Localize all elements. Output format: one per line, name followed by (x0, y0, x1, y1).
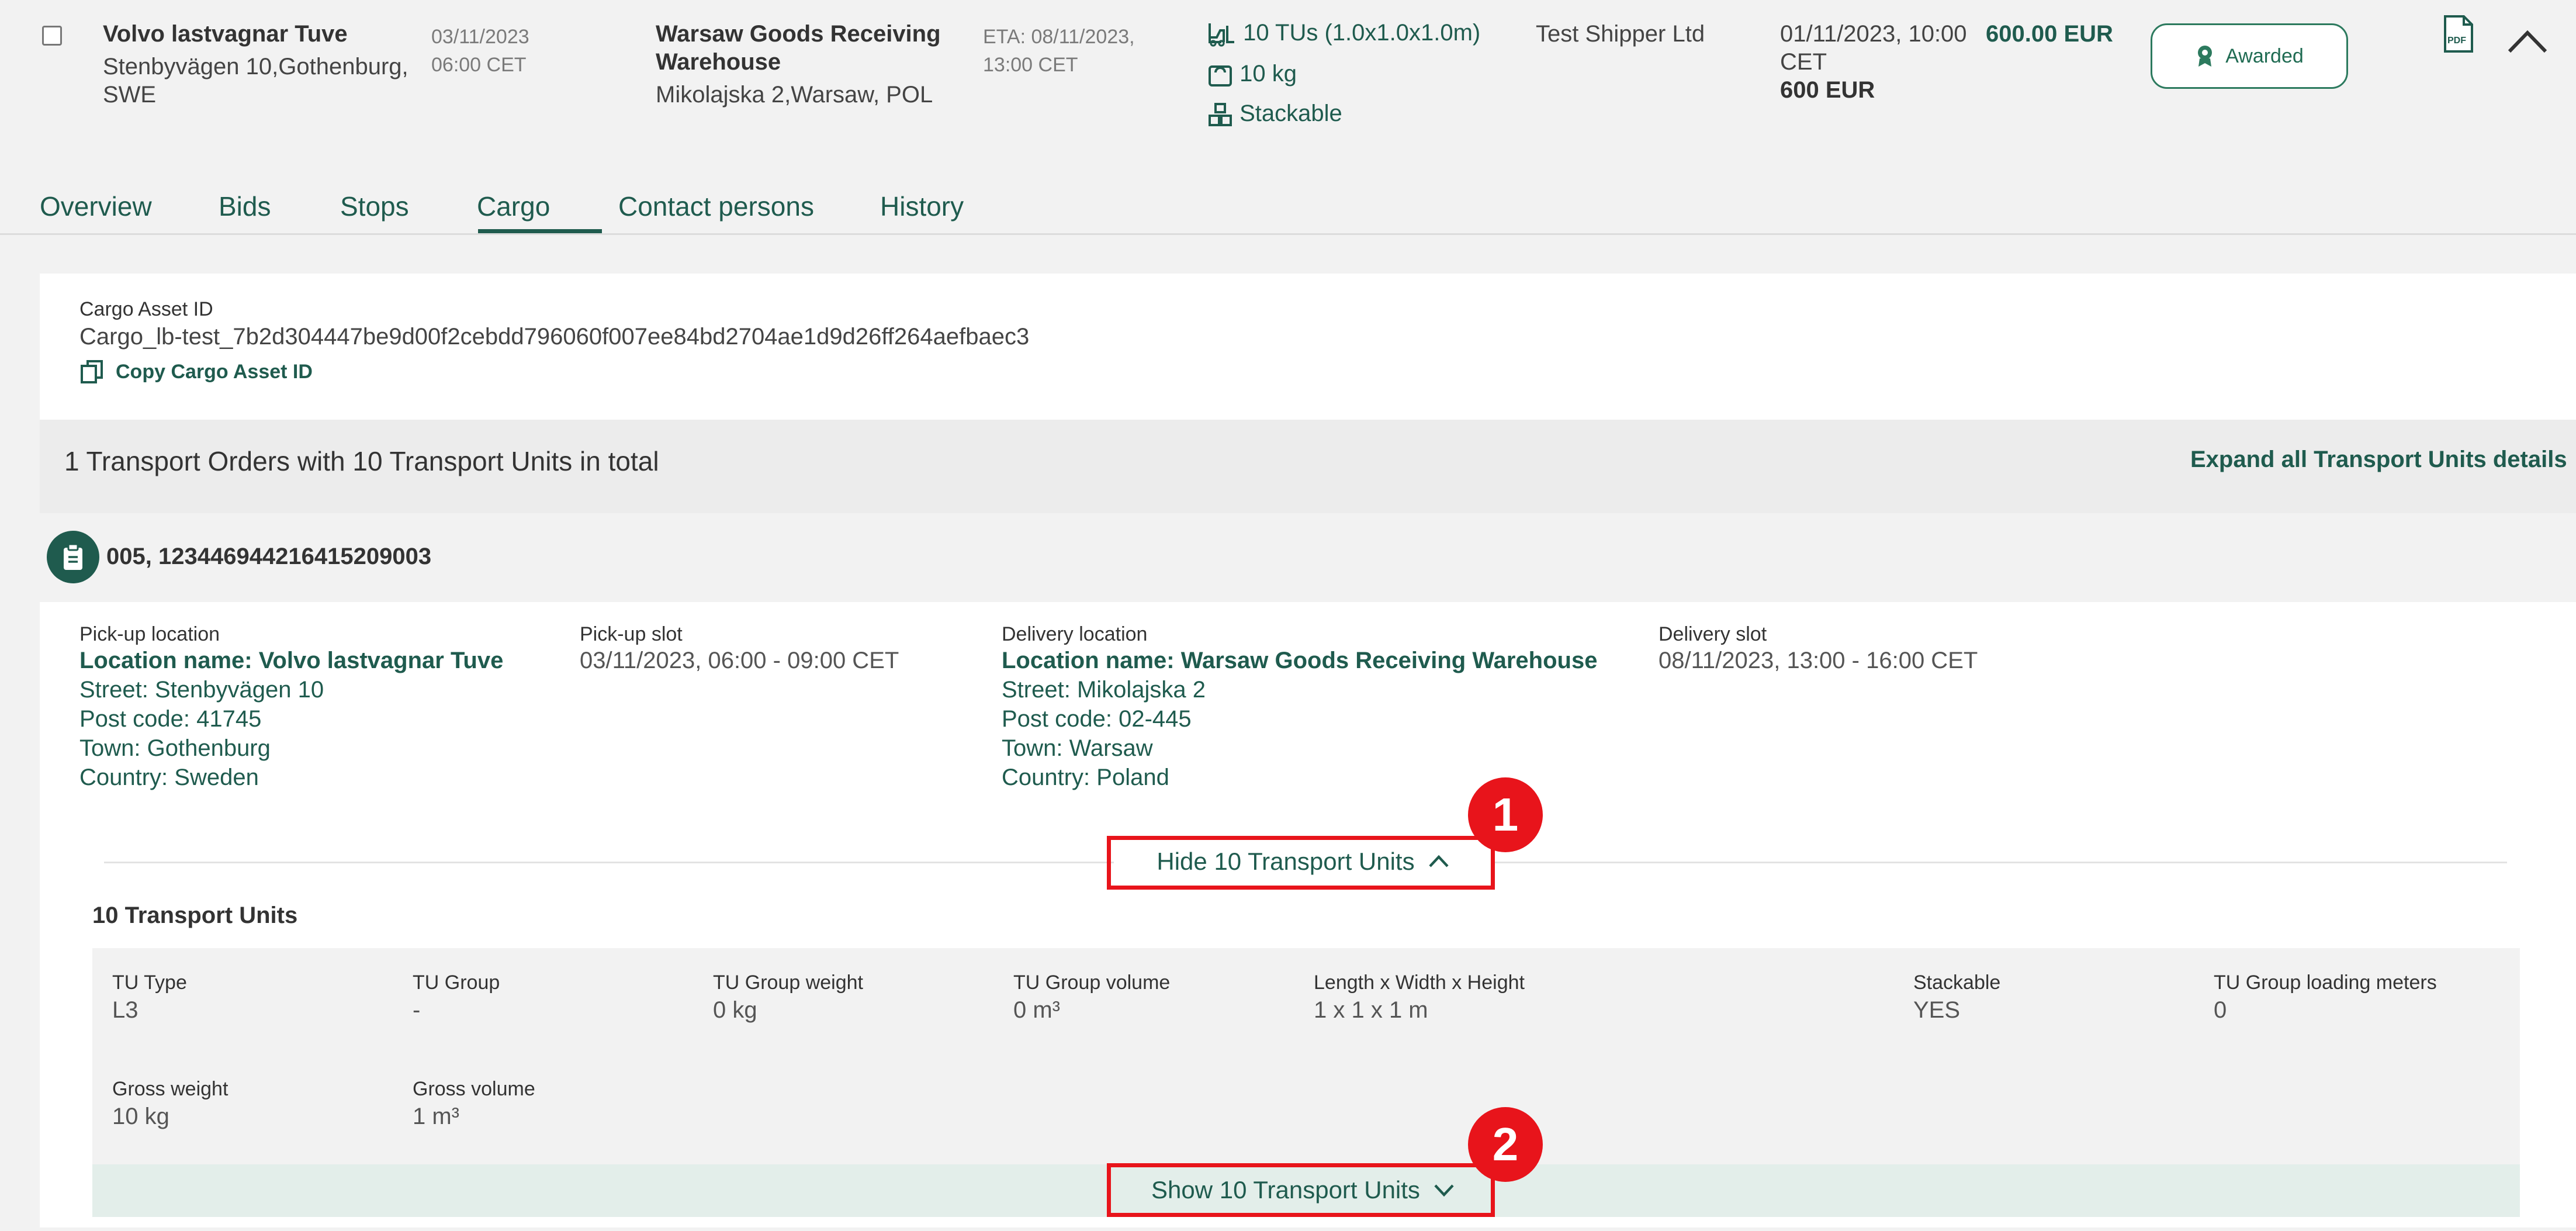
bid-date: 01/11/2023, 10:00 (1780, 21, 1967, 47)
clipboard-icon (64, 543, 82, 570)
pickup-street: Street: Stenbyvägen 10 (79, 677, 324, 703)
transport-summary: 1 Transport Orders with 10 Transport Uni… (40, 420, 2576, 513)
dimensions-value: 1 x 1 x 1 m (1314, 997, 1428, 1023)
tab-history[interactable]: History (880, 191, 964, 222)
pickup-slot-value: 03/11/2023, 06:00 - 09:00 CET (580, 648, 899, 673)
summary-text: 1 Transport Orders with 10 Transport Uni… (64, 446, 659, 476)
tu-group-weight-value: 0 kg (713, 997, 757, 1023)
expand-all-button[interactable]: Expand all Transport Units details (2190, 447, 2576, 473)
tab-cargo[interactable]: Cargo (477, 191, 550, 222)
delivery-town: Town: Warsaw (1002, 735, 1153, 761)
highlight-box-1 (1107, 836, 1495, 890)
delivery-slot-label: Delivery slot (1659, 623, 1767, 645)
svg-text:PDF: PDF (2447, 36, 2466, 46)
tu-stackable-value: YES (1913, 997, 1961, 1023)
bid-date-tz: CET (1780, 49, 1827, 75)
dest-name: Warsaw Goods Receiving (656, 21, 941, 47)
chevron-up-icon (2508, 30, 2547, 53)
tab-overview[interactable]: Overview (40, 191, 152, 222)
gross-weight-label: Gross weight (112, 1078, 228, 1100)
pickup-town: Town: Gothenburg (79, 735, 271, 761)
step-marker-1: 1 (1468, 777, 1543, 852)
weight-icon (1209, 65, 1232, 87)
eta-time: 13:00 CET (983, 54, 1078, 76)
row-checkbox[interactable] (42, 26, 62, 46)
pdf-button[interactable]: PDF (2442, 15, 2474, 56)
tab-contact-persons[interactable]: Contact persons (618, 191, 814, 222)
dest-name-2: Warehouse (656, 49, 781, 75)
tu-section-title: 10 Transport Units (92, 902, 298, 928)
pickup-location-name: Location name: Volvo lastvagnar Tuve (79, 648, 504, 673)
shipper-name: Test Shipper Ltd (1536, 21, 1705, 47)
tu-loading-meters-label: TU Group loading meters (2214, 971, 2437, 994)
delivery-slot-value: 08/11/2023, 13:00 - 16:00 CET (1659, 648, 1978, 673)
pickup-country: Country: Sweden (79, 765, 259, 790)
copy-icon (81, 360, 103, 383)
gross-volume-value: 1 m³ (413, 1104, 459, 1129)
dimensions-label: Length x Width x Height (1314, 971, 1525, 994)
delivery-country: Country: Poland (1002, 765, 1169, 790)
tu-group-volume-value: 0 m³ (1013, 997, 1060, 1023)
dest-address: Mikolajska 2,Warsaw, POL (656, 82, 933, 108)
stackable-summary: Stackable (1207, 101, 1342, 127)
status-badge: Awarded (2151, 23, 2348, 89)
tu-group-label: TU Group (413, 971, 500, 994)
gross-volume-label: Gross volume (413, 1078, 535, 1100)
tab-stops[interactable]: Stops (340, 191, 409, 222)
step-marker-2: 2 (1468, 1107, 1543, 1182)
active-tab-indicator (478, 229, 602, 233)
award-icon (2198, 46, 2213, 67)
gross-weight-value: 10 kg (112, 1104, 169, 1129)
cargo-asset-card: Cargo Asset ID Cargo_lb-test_7b2d304447b… (40, 274, 2576, 420)
forklift-icon (1209, 23, 1234, 47)
tu-group-value: - (413, 997, 421, 1023)
highlight-box-2 (1107, 1163, 1495, 1217)
copy-asset-id-label: Copy Cargo Asset ID (116, 360, 313, 383)
price: 600.00 EUR (1986, 21, 2113, 47)
tab-bids[interactable]: Bids (219, 191, 271, 222)
expand-all-label: Expand all Transport Units details (2190, 447, 2567, 472)
origin-country: SWE (103, 82, 157, 108)
delivery-post-code: Post code: 02-445 (1002, 706, 1192, 732)
pickup-time: 06:00 CET (431, 54, 527, 76)
pickup-post-code: Post code: 41745 (79, 706, 262, 732)
tu-stackable-label: Stackable (1913, 971, 2001, 994)
stack-icon (1209, 103, 1232, 127)
shipment-row: Volvo lastvagnar Tuve Stenbyvägen 10,Got… (0, 0, 2576, 175)
tu-summary-text: 10 TUs (1.0x1.0x1.0m) (1243, 20, 1481, 46)
tu-summary: 10 TUs (1.0x1.0x1.0m) (1207, 20, 1480, 47)
status-text: Awarded (2225, 44, 2304, 67)
tu-type-label: TU Type (112, 971, 187, 994)
delivery-street: Street: Mikolajska 2 (1002, 677, 1206, 703)
tu-loading-meters-value: 0 (2214, 997, 2227, 1023)
tu-group-weight-label: TU Group weight (713, 971, 863, 994)
origin-address: Stenbyvägen 10,Gothenburg, (103, 54, 408, 79)
pdf-icon: PDF (2444, 15, 2473, 53)
delivery-location-label: Delivery location (1002, 623, 1148, 645)
stackable-text: Stackable (1239, 101, 1342, 126)
tu-type-value: L3 (112, 997, 139, 1023)
copy-asset-id-button[interactable]: Copy Cargo Asset ID (79, 359, 313, 385)
asset-id-label: Cargo Asset ID (79, 298, 213, 320)
weight-summary: 10 kg (1207, 61, 1297, 88)
eta-date: ETA: 08/11/2023, (983, 26, 1135, 48)
order-icon-badge (47, 531, 99, 583)
price-rounded: 600 EUR (1780, 77, 1875, 103)
transport-unit-panel: TU Type L3 TU Group - TU Group weight 0 … (92, 948, 2520, 1164)
asset-id-value: Cargo_lb-test_7b2d304447be9d00f2cebdd796… (79, 324, 1030, 350)
tu-group-volume-label: TU Group volume (1013, 971, 1171, 994)
delivery-location-name: Location name: Warsaw Goods Receiving Wa… (1002, 648, 1598, 673)
detail-tabs: Overview Bids Stops Cargo Contact person… (0, 186, 2576, 235)
pickup-date: 03/11/2023 (431, 26, 529, 48)
origin-name: Volvo lastvagnar Tuve (103, 21, 348, 47)
pickup-slot-label: Pick-up slot (580, 623, 683, 645)
order-id: 005, 123446944216415209003 (106, 544, 432, 569)
weight-text: 10 kg (1239, 61, 1297, 87)
pickup-location-label: Pick-up location (79, 623, 220, 645)
collapse-row-button[interactable] (2507, 28, 2548, 57)
